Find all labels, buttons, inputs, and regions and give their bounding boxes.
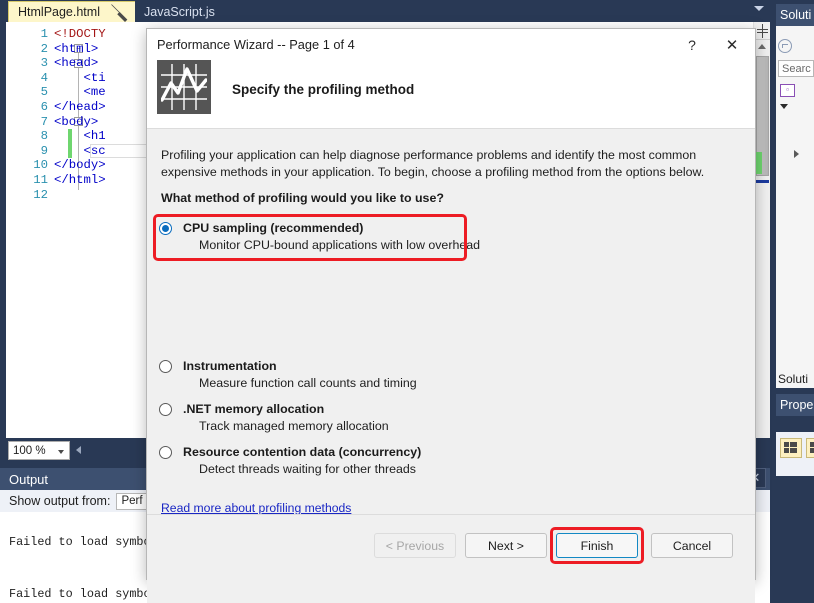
next-button[interactable]: Next > (465, 533, 547, 558)
option-title[interactable]: Resource contention data (concurrency) (183, 445, 421, 459)
tab-label: JavaScript.js (144, 4, 215, 19)
solution-explorer-title: Soluti (776, 4, 814, 26)
radio-button[interactable] (159, 222, 172, 235)
right-dock: Soluti Searc ▫ Soluti Prope (770, 0, 814, 603)
solution-explorer-toolbar (778, 36, 814, 56)
dialog-header: Specify the profiling method (147, 60, 755, 129)
scroll-up-arrow-icon[interactable] (758, 44, 766, 49)
performance-wizard-dialog: Performance Wizard -- Page 1 of 4 ? ✕ Sp… (146, 28, 756, 603)
solution-footer-label: Soluti (778, 372, 809, 386)
properties-title-label: Prope (780, 398, 814, 412)
output-title-label: Output (9, 471, 49, 487)
line-number: 7 (40, 114, 48, 129)
search-input[interactable]: Searc (778, 60, 814, 77)
properties-toolbar (776, 432, 814, 476)
line-text: </head> (54, 99, 106, 114)
line-number: 11 (33, 172, 48, 187)
option-title[interactable]: CPU sampling (recommended) (183, 221, 363, 235)
properties-categorized-icon[interactable] (806, 438, 814, 458)
project-icon: ▫ (780, 84, 795, 97)
split-pane-handle[interactable] (754, 22, 770, 40)
dialog-title: Performance Wizard -- Page 1 of 4 (157, 37, 355, 52)
line-text: <!DOCTY (54, 27, 106, 41)
properties-panel-title: Prope (776, 394, 814, 416)
properties-list-icon[interactable] (780, 438, 802, 458)
option-subtitle: Monitor CPU-bound applications with low … (199, 238, 481, 252)
close-icon[interactable]: ✕ (715, 29, 749, 60)
line-text: <head> (54, 56, 99, 71)
line-text: <ti (54, 70, 106, 85)
line-number: 3 (40, 56, 48, 71)
zoom-level-dropdown[interactable]: 100 % (8, 441, 70, 460)
triangle-down-icon[interactable] (780, 104, 788, 109)
line-text: <sc (54, 143, 106, 158)
zoom-level-value: 100 % (13, 444, 46, 457)
cancel-button[interactable]: Cancel (651, 533, 733, 558)
pin-icon[interactable]: —▬ (107, 0, 131, 24)
dialog-description: Profiling your application can help diag… (161, 148, 705, 179)
line-text: <body> (54, 114, 99, 129)
chevron-down-icon (58, 450, 64, 454)
line-text: <html> (54, 41, 99, 56)
radio-button[interactable] (159, 360, 172, 373)
dialog-title-bar: Performance Wizard -- Page 1 of 4 ? ✕ (147, 29, 755, 60)
line-number: 1 (40, 27, 48, 41)
line-text: <me (54, 85, 106, 100)
line-text: <h1 (54, 129, 106, 144)
refresh-icon[interactable] (778, 39, 792, 53)
editor-tab-strip: HtmlPage.html —▬ ✕ JavaScript.js (0, 0, 770, 24)
dialog-question: What method of profiling would you like … (161, 191, 444, 205)
dialog-footer: < Previous Next > Finish Cancel (147, 514, 755, 579)
option-subtitle: Detect threads waiting for other threads (199, 462, 416, 476)
dialog-header-title: Specify the profiling method (232, 82, 415, 97)
change-marker (756, 152, 762, 174)
chevron-down-icon[interactable] (754, 6, 764, 11)
line-number: 2 (40, 41, 48, 56)
properties-glyph (784, 442, 798, 454)
line-number: 8 (40, 129, 48, 144)
radio-button[interactable] (159, 446, 172, 459)
option-subtitle: Track managed memory allocation (199, 419, 389, 433)
solution-tree-item-expanded[interactable] (780, 104, 788, 109)
tab-javascript-js[interactable]: JavaScript.js (135, 1, 221, 22)
finish-button[interactable]: Finish (556, 533, 638, 558)
output-source-value: Perf (121, 495, 143, 507)
option-subtitle: Measure function call counts and timing (199, 376, 417, 390)
scroll-left-arrow-icon[interactable] (76, 446, 81, 454)
option-title[interactable]: Instrumentation (183, 359, 277, 373)
tab-htmlpage-html[interactable]: HtmlPage.html —▬ ✕ (8, 0, 156, 24)
read-more-link[interactable]: Read more about profiling methods (161, 501, 351, 515)
caret-position-marker (756, 180, 769, 183)
line-number: 9 (40, 143, 48, 158)
line-number: 5 (40, 85, 48, 100)
line-text: </body> (54, 158, 106, 173)
visual-studio-window: HtmlPage.html —▬ ✕ JavaScript.js − − − 1 (0, 0, 814, 603)
performance-chart-icon (157, 60, 211, 114)
solution-tree-item-project[interactable]: ▫ (780, 84, 795, 97)
option-title[interactable]: .NET memory allocation (183, 402, 324, 416)
radio-button[interactable] (159, 403, 172, 416)
line-number: 6 (40, 99, 48, 114)
line-text: </html> (54, 172, 106, 187)
triangle-right-icon[interactable] (794, 150, 799, 158)
line-number: 10 (33, 158, 48, 173)
line-number: 12 (33, 187, 48, 202)
properties-glyph (810, 442, 814, 454)
show-output-from-label: Show output from: (9, 494, 111, 508)
previous-button[interactable]: < Previous (374, 533, 456, 558)
tab-label: HtmlPage.html (18, 5, 100, 19)
help-icon[interactable]: ? (675, 29, 709, 60)
solution-explorer-label: Soluti (780, 8, 812, 22)
line-number: 4 (40, 70, 48, 85)
solution-tree-item-collapsed[interactable] (794, 150, 799, 158)
